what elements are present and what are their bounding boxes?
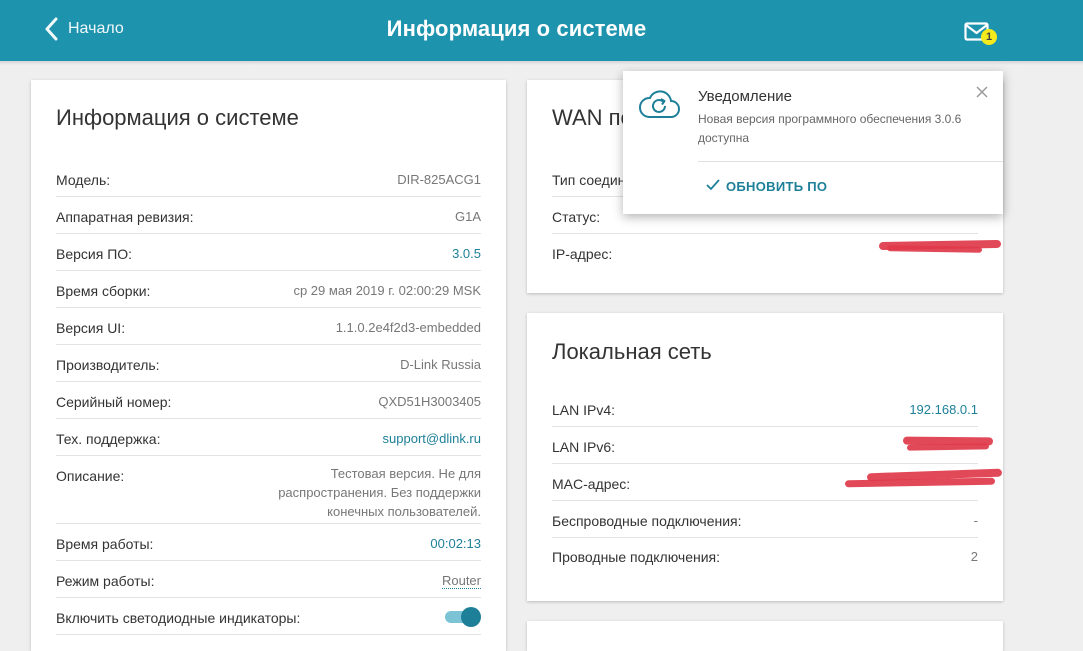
row-value: G1A (454, 209, 481, 224)
row-label: Время сборки: (56, 283, 151, 299)
notification-title: Уведомление (698, 88, 793, 105)
row-value: 3.0.5 (452, 246, 481, 261)
row-label: MAC-адрес: (552, 476, 631, 492)
notifications-button[interactable]: 1 (964, 20, 1000, 48)
top-bar-shadow (0, 61, 1083, 65)
page-title: Информация о системе (386, 16, 647, 41)
row-label: Серийный номер: (56, 394, 172, 410)
row-label: IP-адрес: (552, 246, 613, 262)
cloud-refresh-icon (637, 87, 681, 126)
toggle-knob (461, 607, 481, 627)
notification-popup: Уведомление Новая версия программного об… (623, 71, 1003, 214)
row-label: Статус: (552, 209, 601, 225)
row-label: Тип соедин (552, 172, 626, 188)
row-value: QXD51H3003405 (378, 394, 481, 409)
mode-link[interactable]: Router (441, 573, 481, 589)
update-firmware-button[interactable]: ОБНОВИТЬ ПО (706, 179, 827, 194)
row-label: Проводные подключения: (552, 549, 721, 565)
row-label: Версия UI: (56, 320, 126, 336)
row-label: Режим работы: (56, 573, 155, 589)
support-email-link[interactable]: support@dlink.ru (383, 431, 481, 446)
row-label: Включить светодиодные индикаторы: (56, 610, 301, 626)
row-ui-version: Версия UI: 1.1.0.2e4f2d3-embedded (56, 308, 481, 345)
row-label: Беспроводные подключения: (552, 513, 742, 529)
system-info-title: Информация о системе (56, 105, 299, 130)
update-firmware-label: ОБНОВИТЬ ПО (726, 179, 828, 194)
check-icon (706, 179, 720, 194)
lan-card: Локальная сеть LAN IPv4: 192.168.0.1 LAN… (527, 313, 1003, 601)
row-value: D-Link Russia (400, 357, 481, 372)
row-support: Тех. поддержка: support@dlink.ru (56, 419, 481, 456)
divider (698, 161, 1003, 162)
notification-text: Новая версия программного обеспечения 3.… (698, 112, 962, 145)
row-label: LAN IPv4: (552, 402, 616, 418)
row-wireless: Беспроводные подключения: - (552, 501, 978, 538)
row-serial: Серийный номер: QXD51H3003405 (56, 382, 481, 419)
row-lan-ipv4: LAN IPv4: 192.168.0.1 (552, 390, 978, 427)
row-firmware-version: Версия ПО: 3.0.5 (56, 234, 481, 271)
wan-title: WAN по (552, 105, 633, 130)
lan-title: Локальная сеть (552, 339, 712, 364)
row-value: 1.1.0.2e4f2d3-embedded (335, 320, 481, 335)
row-ip-address: IP-адрес: (552, 234, 978, 271)
row-value: - (973, 513, 978, 528)
row-vendor: Производитель: D-Link Russia (56, 345, 481, 382)
row-label: Производитель: (56, 357, 160, 373)
row-label: Аппаратная ревизия: (56, 209, 194, 225)
row-value: 192.168.0.1 (909, 402, 978, 417)
row-label: LAN IPv6: (552, 439, 616, 455)
row-build-time: Время сборки: ср 29 мая 2019 г. 02:00:29… (56, 271, 481, 308)
row-label: Описание: (56, 468, 125, 484)
row-label: Тех. поддержка: (56, 431, 161, 447)
close-icon[interactable] (973, 83, 991, 101)
led-toggle[interactable] (445, 606, 481, 628)
row-label: Модель: (56, 172, 111, 188)
row-model: Модель: DIR-825ACG1 (56, 160, 481, 197)
row-uptime: Время работы: 00:02:13 (56, 524, 481, 561)
row-wired: Проводные подключения: 2 (552, 538, 978, 575)
row-value: 2 (970, 549, 978, 564)
row-label: Версия ПО: (56, 246, 133, 262)
row-label: Время работы: (56, 536, 154, 552)
row-value: ср 29 мая 2019 г. 02:00:29 MSK (293, 283, 481, 298)
bottom-card (527, 621, 1003, 651)
row-value: 00:02:13 (430, 536, 481, 551)
row-led: Включить светодиодные индикаторы: (56, 598, 481, 635)
row-mode: Режим работы: Router (56, 561, 481, 598)
row-hw-revision: Аппаратная ревизия: G1A (56, 197, 481, 234)
notification-count-badge: 1 (981, 29, 997, 45)
row-value: Тестовая версия. Не для распространения.… (278, 466, 481, 519)
row-description: Описание: Тестовая версия. Не для распро… (56, 456, 481, 524)
top-bar: Начало Информация о системе 1 (0, 0, 1083, 61)
row-value: DIR-825ACG1 (397, 172, 481, 187)
system-info-card: Информация о системе Модель: DIR-825ACG1… (31, 80, 506, 651)
